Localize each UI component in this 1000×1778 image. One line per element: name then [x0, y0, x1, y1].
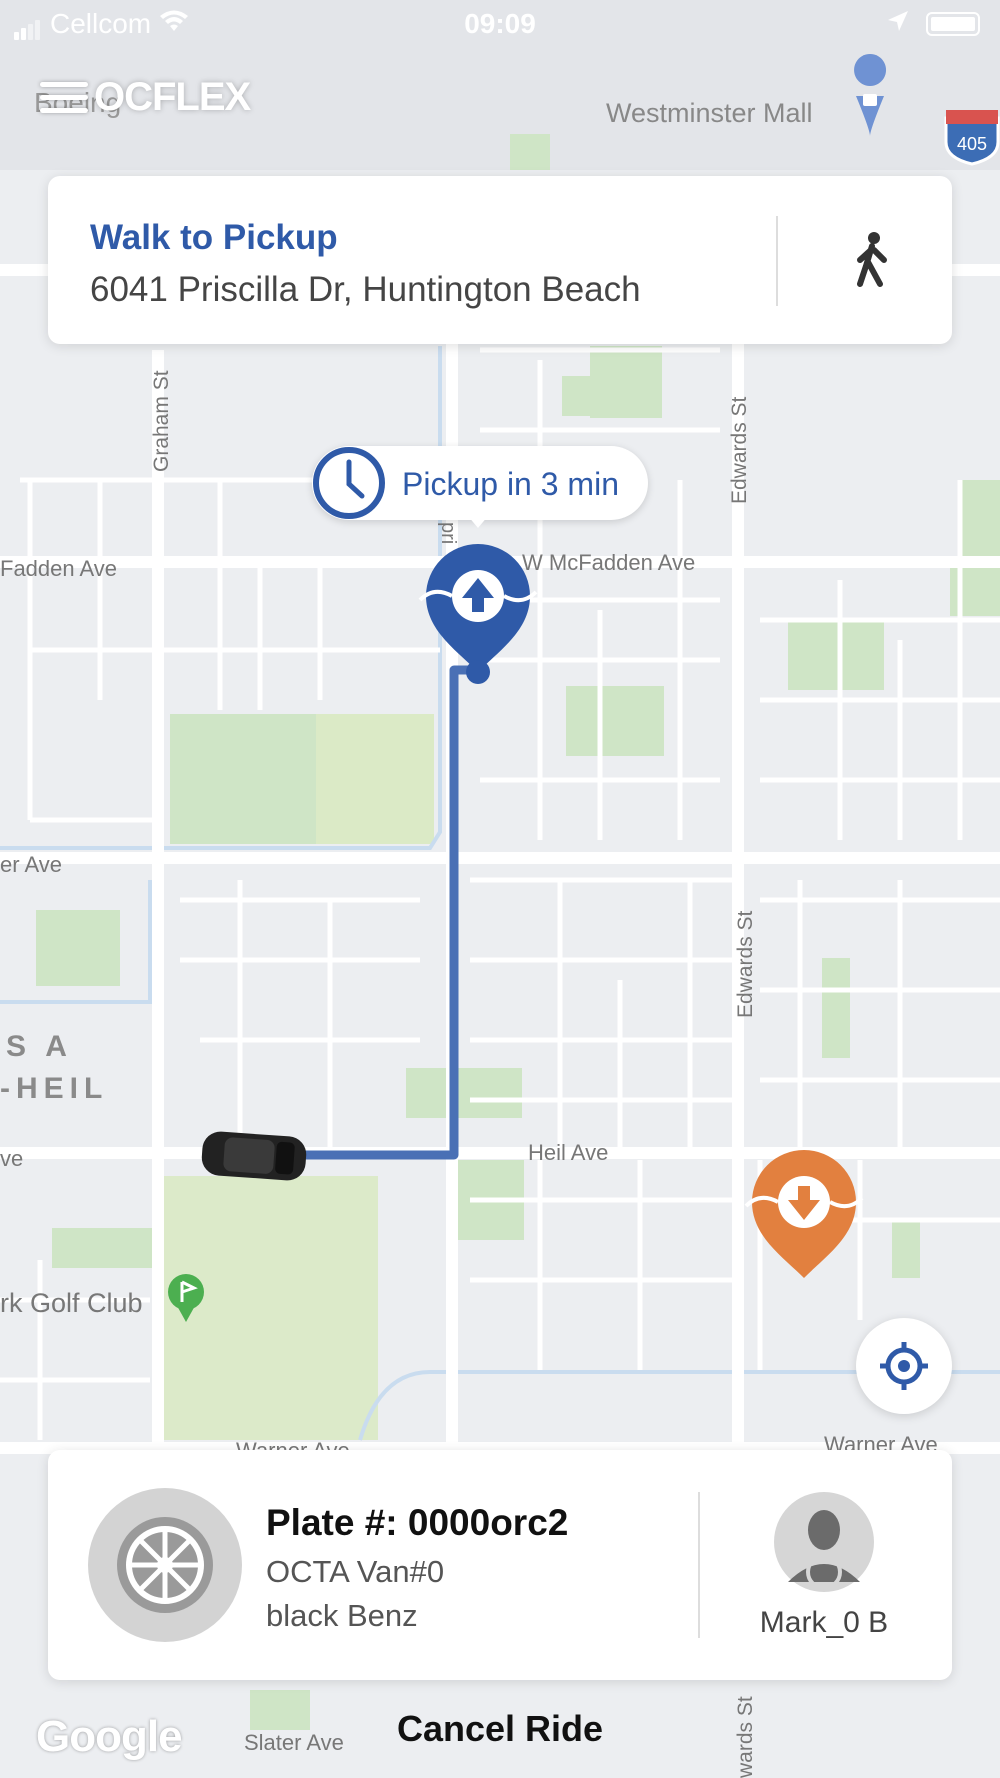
clock-time: 09:09 [464, 8, 536, 39]
crosshair-icon [880, 1342, 928, 1390]
divider [776, 216, 778, 306]
walking-person-icon[interactable] [838, 226, 908, 296]
driver-info-card: Plate #: 0000orc2 OCTA Van#0 black Benz … [48, 1450, 952, 1680]
map-label-graham-st: Graham St [150, 370, 173, 472]
map-label-edwards-st-upper: Edwards St [728, 396, 751, 504]
plate-number: Plate #: 0000orc2 [266, 1502, 569, 1543]
map-label-priscilla: pri [437, 522, 459, 544]
bubble-tail [468, 516, 488, 528]
recenter-button[interactable] [856, 1318, 952, 1414]
walk-title: Walk to Pickup [90, 218, 338, 257]
map-label-heil-area: -HEIL [0, 1072, 108, 1105]
map-label-westminster-mall: Westminster Mall [606, 98, 813, 128]
divider [698, 1492, 700, 1638]
map-label-mcfadden-right: W McFadden Ave [522, 550, 695, 575]
map-label-edwards-st-lower: Edwards St [734, 910, 757, 1018]
map-label-golf-club: rk Golf Club [0, 1288, 143, 1318]
pickup-eta-bubble: Pickup in 3 min [312, 446, 648, 528]
highway-label: 405 [957, 134, 987, 154]
vehicle-description: black Benz [266, 1598, 418, 1633]
vehicle-name: OCTA Van#0 [266, 1554, 445, 1589]
map-label-sa: S A [6, 1030, 73, 1063]
clock-icon [312, 446, 386, 520]
map-label-mcfadden-left: Fadden Ave [0, 556, 117, 581]
vehicle-wheel-icon [88, 1488, 242, 1642]
pickup-eta-text: Pickup in 3 min [402, 466, 619, 502]
highway-405-shield: 405 [944, 110, 1000, 166]
driver-avatar-icon[interactable] [774, 1492, 874, 1592]
status-right [886, 8, 980, 40]
battery-icon [926, 12, 980, 36]
map-label-heil-ave: Heil Ave [528, 1140, 608, 1165]
car-icon [201, 1131, 307, 1181]
cancel-ride-button[interactable]: Cancel Ride [0, 1708, 1000, 1750]
status-bar: Cellcom 09:09 [0, 0, 1000, 50]
map-label-ve: ve [0, 1146, 23, 1171]
app-logo: OCFLEX [94, 74, 251, 119]
pickup-address: 6041 Priscilla Dr, Huntington Beach [90, 270, 641, 309]
top-bar: OCFLEX [40, 62, 251, 132]
menu-icon[interactable] [40, 74, 88, 121]
location-arrow-icon [886, 8, 910, 40]
driver-name: Mark_0 B [759, 1606, 889, 1639]
map-label-ave-left: er Ave [0, 852, 62, 877]
walk-to-pickup-card[interactable]: Walk to Pickup 6041 Priscilla Dr, Huntin… [48, 176, 952, 344]
